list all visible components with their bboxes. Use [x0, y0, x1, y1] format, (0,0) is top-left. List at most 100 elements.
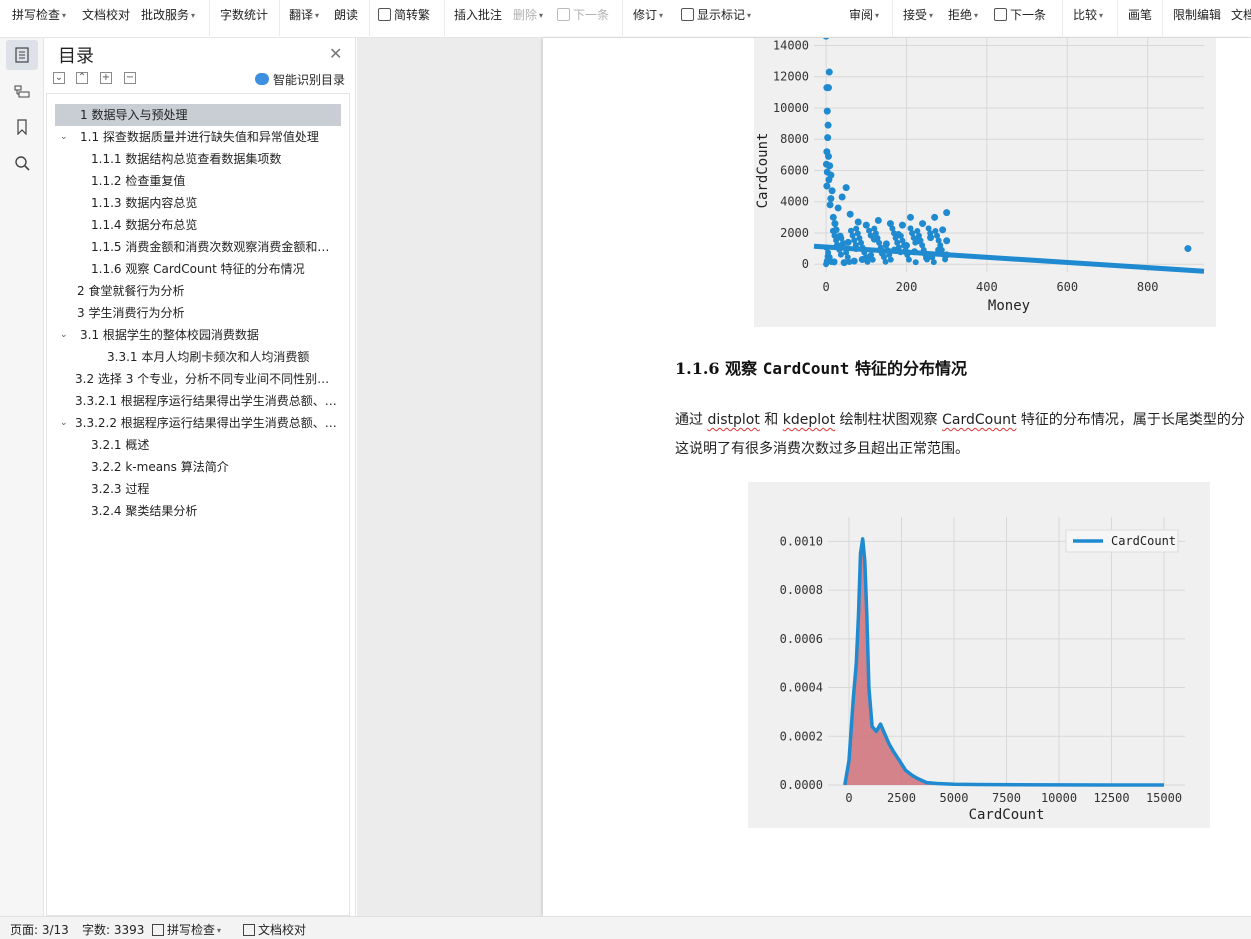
- y-tick-label: 0: [802, 257, 809, 271]
- collapse-all-icon[interactable]: ⌄: [53, 72, 65, 84]
- toc-item[interactable]: 1 数据导入与预处理: [55, 104, 341, 126]
- scatter-point: [914, 228, 921, 235]
- status-bar: 页面: 3/13 字数: 3393 拼写检查 ▾ 文档校对: [0, 916, 1251, 939]
- scatter-point: [853, 225, 860, 232]
- scatter-point: [886, 220, 894, 228]
- toc-item[interactable]: 1.1.1 数据结构总览查看数据集项数: [47, 148, 341, 170]
- scatter-chart-svg: 0 200 400 600 800020004000600080001000012000…: [755, 38, 1205, 314]
- correction-service-button[interactable]: 批改服务 ▾: [141, 6, 195, 24]
- toc-item[interactable]: 1.1.2 检查重复值: [47, 170, 341, 192]
- scatter-point: [939, 226, 947, 234]
- scatter-point: [831, 220, 839, 228]
- toc-item[interactable]: 1.1.3 数据内容总览: [47, 192, 341, 214]
- toc-item[interactable]: 3.2.3 过程: [47, 478, 341, 500]
- toc-item[interactable]: 1.1 探查数据质量并进行缺失值和异常值处理: [47, 126, 341, 148]
- toc-list: 1 数据导入与预处理 1.1 探查数据质量并进行缺失值和异常值处理 ⌄ 1.1.1 数…: [46, 93, 350, 916]
- insert-comment-button[interactable]: 插入批注: [454, 6, 502, 24]
- status-proofread[interactable]: 文档校对: [243, 921, 306, 938]
- close-icon[interactable]: ✕: [329, 44, 342, 63]
- pen-button[interactable]: 画笔: [1128, 6, 1152, 24]
- toc-item[interactable]: 3.2.1 概述: [47, 434, 341, 456]
- word-count[interactable]: 字数: 3393: [82, 921, 144, 938]
- chevron-down-icon[interactable]: ⌄: [60, 324, 68, 346]
- add-heading-icon[interactable]: +: [100, 72, 112, 84]
- scatter-point: [824, 134, 832, 142]
- toc-item[interactable]: 3.2 选择 3 个专业，分析不同专业间不同性别…: [47, 368, 341, 390]
- toc-item[interactable]: 1.1.4 数据分布总览: [47, 214, 341, 236]
- y-tick-label: 2000: [780, 226, 809, 240]
- delete-comment-button[interactable]: 删除 ▾: [513, 6, 543, 24]
- toc-item[interactable]: 3 学生消费行为分析: [47, 302, 341, 324]
- scatter-point: [894, 231, 902, 239]
- restrict-editing-button[interactable]: 限制编辑: [1173, 6, 1221, 24]
- toc-item[interactable]: 3.3.2.2 根据程序运行结果得出学生消费总额、…: [47, 412, 341, 434]
- compare-button[interactable]: 比较 ▾: [1073, 6, 1103, 24]
- y-tick-label: 4000: [780, 195, 809, 209]
- read-aloud-button[interactable]: 朗读: [334, 6, 358, 24]
- toc-panel-button[interactable]: [6, 40, 38, 70]
- toolbar-divider: [1162, 0, 1163, 36]
- scatter-point: [898, 221, 906, 229]
- scatter-point: [828, 187, 836, 195]
- translate-button[interactable]: 翻译 ▾: [289, 6, 319, 24]
- x-tick-label: 200: [896, 280, 918, 294]
- y-tick-label: 6000: [780, 163, 809, 177]
- scatter-point: [844, 238, 852, 246]
- next-change-button[interactable]: 下一条: [994, 6, 1046, 24]
- toc-item[interactable]: 3.2.4 聚类结果分析: [47, 500, 341, 522]
- toc-item[interactable]: 3.3.2.1 根据程序运行结果得出学生消费总额、…: [47, 390, 341, 412]
- scatter-point: [823, 244, 830, 251]
- accept-button[interactable]: 接受 ▾: [903, 6, 933, 24]
- scatter-point: [826, 201, 834, 209]
- chevron-down-icon[interactable]: ⌄: [60, 412, 68, 434]
- scatter-point: [852, 245, 860, 253]
- navigation-icon-bar: [0, 38, 44, 916]
- y-tick-label: 0.0002: [780, 729, 823, 743]
- scatter-point: [866, 252, 874, 260]
- scatter-point: [931, 213, 939, 221]
- toc-item[interactable]: 3.1 根据学生的整体校园消费数据: [47, 324, 341, 346]
- scatter-point: [1184, 245, 1192, 253]
- next-comment-button[interactable]: 下一条: [557, 6, 609, 24]
- toc-item[interactable]: 3.2.2 k-means 算法简介: [47, 456, 341, 478]
- simplified-to-traditional-button[interactable]: 简转繁: [378, 6, 430, 24]
- x-tick-label: 0: [845, 791, 852, 805]
- page-indicator[interactable]: 页面: 3/13: [10, 921, 69, 938]
- chapter-nav-button[interactable]: [6, 76, 38, 106]
- scatter-point: [842, 184, 850, 192]
- search-button[interactable]: [6, 148, 38, 178]
- x-tick-label: 600: [1056, 280, 1078, 294]
- y-tick-label: 8000: [780, 132, 809, 146]
- bookmark-button[interactable]: [6, 112, 38, 142]
- scatter-point: [890, 246, 898, 254]
- scatter-point: [943, 251, 951, 259]
- status-spell-check[interactable]: 拼写检查 ▾: [152, 921, 221, 938]
- scatter-point: [854, 218, 862, 226]
- toc-item[interactable]: 3.3.1 本月人均刷卡频次和人均消费额: [47, 346, 341, 368]
- scatter-point: [866, 227, 873, 234]
- word-count-button[interactable]: 字数统计: [220, 6, 268, 24]
- x-tick-label: 7500: [992, 791, 1021, 805]
- review-button[interactable]: 审阅 ▾: [849, 6, 879, 24]
- toc-item[interactable]: 1.1.5 消费金额和消费次数观察消费金额和…: [47, 236, 341, 258]
- smart-toc-button[interactable]: 智能识别目录: [255, 71, 345, 88]
- toc-item[interactable]: 2 食堂就餐行为分析: [47, 280, 341, 302]
- expand-up-icon[interactable]: ⌃: [76, 72, 88, 84]
- chevron-down-icon[interactable]: ⌄: [60, 126, 68, 148]
- document-page: 0 200 400 600 800 0 2000 4000 6000 8000 10000 12000…: [543, 38, 1251, 916]
- toc-item[interactable]: 1.1.6 观察 CardCount 特征的分布情况: [47, 258, 341, 280]
- scatter-point: [847, 227, 854, 234]
- reject-button[interactable]: 拒绝 ▾: [948, 6, 978, 24]
- spell-check-button[interactable]: 拼写检查 ▾: [12, 6, 66, 24]
- scatter-point: [824, 121, 832, 129]
- document-button[interactable]: 文档: [1231, 6, 1251, 24]
- remove-heading-icon[interactable]: −: [124, 72, 136, 84]
- scatter-point: [927, 234, 935, 242]
- track-changes-button[interactable]: 修订 ▾: [633, 6, 663, 24]
- scatter-point: [935, 246, 943, 254]
- doc-proofread-button[interactable]: 文档校对: [82, 6, 130, 24]
- scatter-point: [826, 162, 834, 170]
- show-markup-button[interactable]: 显示标记 ▾: [681, 6, 751, 24]
- y-tick-label: 0.0000: [780, 778, 823, 792]
- kde-line: [843, 537, 1164, 787]
